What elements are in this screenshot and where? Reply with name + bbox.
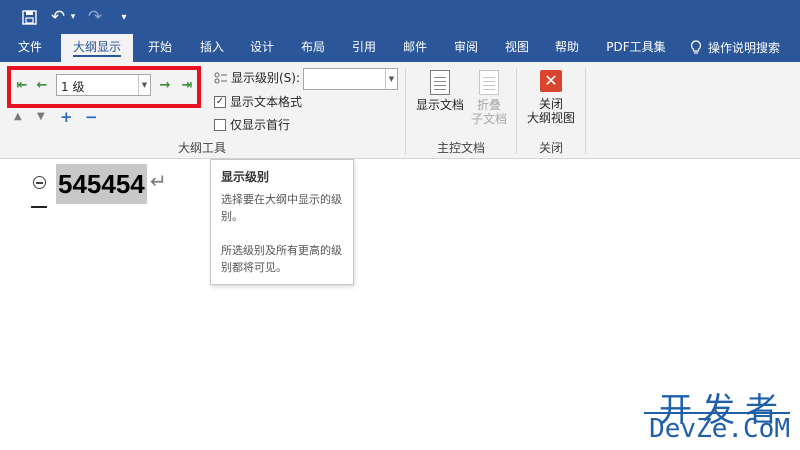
document-icon [430,70,450,95]
tooltip-title: 显示级别 [221,170,270,184]
collapse-icon[interactable]: − [85,108,98,126]
show-level-icon [214,72,227,83]
chevron-down-icon[interactable]: ▼ [138,75,150,95]
tab-outline[interactable]: 大纲显示 [61,34,133,62]
group-divider [585,68,586,154]
outline-level-value: 1 级 [61,80,85,94]
promote-icon[interactable]: ← [35,79,49,93]
show-document-label: 显示文档 [415,98,464,112]
show-text-formatting-checkbox[interactable]: ✓ [214,95,226,108]
tab-file[interactable]: 文件 [8,34,52,62]
show-first-line-only-option[interactable]: 仅显示首行 [214,116,290,133]
close-outline-view-button[interactable]: ✕ 关闭 大纲视图 [524,70,578,125]
show-document-button[interactable]: 显示文档 [415,70,465,112]
tell-me-label: 操作说明搜索 [708,40,781,55]
tab-home[interactable]: 开始 [140,34,180,62]
ribbon-tabs: 文件 大纲显示 开始 插入 设计 布局 引用 邮件 审阅 视图 帮助 PDF工具… [0,34,800,62]
move-down-icon[interactable]: ▼ [37,111,45,122]
show-first-line-only-checkbox[interactable] [214,118,226,131]
collapse-subdocuments-button: 折叠 子文档 [468,70,510,126]
close-group-label: 关闭 [539,141,564,155]
outline-level-select[interactable]: 1 级 ▼ [56,74,151,96]
ribbon: ⇤ ← 1 级 ▼ → ⇥ ▲ ▼ + − 显示级别(S): ▼ ✓ 显示文本格… [0,62,800,159]
expand-icon[interactable]: + [60,108,73,126]
quick-access-toolbar: ↶ ▾ ↷ ▾ [0,0,800,34]
show-text-formatting-option[interactable]: ✓ 显示文本格式 [214,93,302,110]
end-of-document-mark [31,206,47,208]
tooltip-paragraph-1: 选择要在大纲中显示的级别。 [221,193,342,223]
tab-help[interactable]: 帮助 [547,34,587,62]
tab-insert[interactable]: 插入 [192,34,232,62]
demote-to-body-icon[interactable]: ⇥ [180,79,194,93]
group-divider [405,68,406,154]
tab-view[interactable]: 视图 [497,34,537,62]
move-up-icon[interactable]: ▲ [14,111,22,122]
lightbulb-icon [690,40,702,54]
undo-icon[interactable]: ↶ [50,7,66,27]
tab-outline-label: 大纲显示 [72,40,121,57]
show-level-tooltip: 显示级别 选择要在大纲中显示的级别。 所选级别及所有更高的级别都将可见。 [210,159,354,285]
subdocument-icon [479,70,499,95]
outline-collapse-icon[interactable] [33,176,46,189]
tab-references[interactable]: 引用 [344,34,384,62]
demote-icon[interactable]: → [158,79,172,93]
undo-dropdown-icon[interactable]: ▾ [68,7,78,27]
tab-design[interactable]: 设计 [242,34,282,62]
show-level-label: 显示级别(S): [214,69,300,86]
collapse-subdocs-label-line1: 折叠 [476,98,501,112]
show-first-line-only-label: 仅显示首行 [230,118,291,132]
collapse-subdocs-label-line2: 子文档 [470,112,507,126]
watermark-english: DevZe.CoM [649,414,790,444]
redo-icon: ↷ [87,7,103,27]
show-level-text: 显示级别(S): [231,71,301,85]
promote-to-heading1-icon[interactable]: ⇤ [15,79,29,93]
tooltip-body: 选择要在大纲中显示的级别。 所选级别及所有更高的级别都将可见。 [221,191,343,276]
chevron-down-icon[interactable]: ▼ [385,69,397,89]
show-text-formatting-label: 显示文本格式 [230,95,303,109]
tell-me-search[interactable]: 操作说明搜索 [690,34,796,62]
close-label-line1: 关闭 [538,97,563,111]
close-icon: ✕ [540,70,562,92]
tooltip-paragraph-2: 所选级别及所有更高的级别都将可见。 [221,244,342,274]
tab-layout[interactable]: 布局 [293,34,333,62]
outline-tools-group-label: 大纲工具 [178,141,227,155]
paragraph-mark-icon: ↵ [150,169,167,193]
outline-heading[interactable]: 545454 [56,164,147,204]
customize-toolbar-icon[interactable]: ▾ [118,7,130,27]
close-label-line2: 大纲视图 [526,111,575,125]
show-level-select[interactable]: ▼ [303,68,398,90]
tab-review[interactable]: 审阅 [446,34,486,62]
tab-pdf-tools[interactable]: PDF工具集 [600,34,672,62]
tab-mailings[interactable]: 邮件 [395,34,435,62]
save-icon[interactable] [20,7,38,27]
master-document-group-label: 主控文档 [437,141,486,155]
group-divider [516,68,517,154]
